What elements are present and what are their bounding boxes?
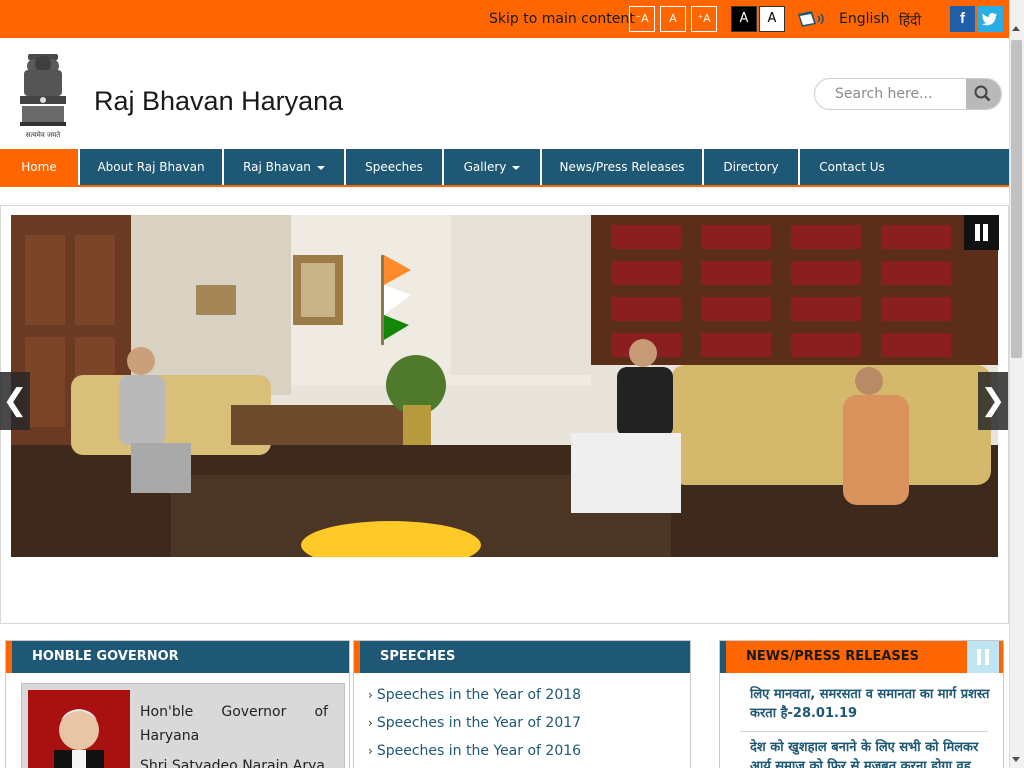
chevron-right-icon: ›: [368, 716, 373, 730]
search-icon: [974, 85, 991, 102]
nav-home-label: Home: [21, 160, 57, 174]
pause-icon: [975, 224, 980, 241]
slider-next-arrow[interactable]: ❯: [978, 372, 1008, 430]
dropdown-caret-icon: [512, 165, 521, 170]
nav-contact-label: Contact Us: [819, 160, 885, 174]
screen-reader-icon[interactable]: [796, 8, 828, 30]
slide-image: [11, 215, 998, 557]
main-navigation: Home About Raj Bhavan Raj Bhavan Speeche…: [0, 149, 1009, 187]
nav-contact-us[interactable]: Contact Us: [800, 149, 904, 185]
speech-link-2018[interactable]: › Speeches in the Year of 2018: [368, 687, 581, 703]
news-panel-heading: NEWS/PRESS RELEASES: [720, 641, 1003, 673]
nav-raj-bhavan-label: Raj Bhavan: [243, 160, 311, 174]
speech-link-label: Speeches in the Year of 2018: [376, 687, 582, 703]
news-item[interactable]: देश को खुशहाल बनाने के लिए सभी को मिलकर …: [750, 738, 990, 768]
slider-prev-arrow[interactable]: ❮: [0, 372, 30, 430]
font-increase-button[interactable]: ⁺A: [691, 6, 717, 32]
page: Skip to main content ⁻A A ⁺A A A English…: [0, 0, 1024, 768]
nav-gallery-label: Gallery: [463, 160, 507, 174]
top-utility-bar: Skip to main content ⁻A A ⁺A A A English…: [0, 0, 1009, 38]
site-title: Raj Bhavan Haryana: [94, 86, 344, 116]
speech-link-label: Speeches in the Year of 2017: [376, 715, 582, 731]
pause-icon: [977, 649, 981, 665]
skip-to-content-link[interactable]: Skip to main content: [489, 11, 635, 27]
scroll-down-arrow-icon[interactable]: [1012, 757, 1020, 762]
nav-directory[interactable]: Directory: [704, 149, 800, 185]
news-pause-button[interactable]: [967, 641, 999, 673]
governor-title: Hon'ble Governor of Haryana: [140, 704, 328, 744]
twitter-icon[interactable]: [978, 6, 1003, 32]
nav-gallery[interactable]: Gallery: [444, 149, 542, 185]
lang-hindi-link[interactable]: हिंदी: [899, 11, 921, 30]
nav-about-raj-bhavan[interactable]: About Raj Bhavan: [80, 149, 224, 185]
search-input[interactable]: [815, 79, 967, 109]
lang-english-link[interactable]: English: [839, 11, 890, 27]
governor-photo: [28, 690, 130, 768]
chevron-right-icon: ›: [368, 688, 373, 702]
chevron-right-icon: ›: [368, 744, 373, 758]
nav-raj-bhavan[interactable]: Raj Bhavan: [224, 149, 346, 185]
dropdown-caret-icon: [316, 165, 325, 170]
governor-name: Shri Satyadeo Narain Arya: [140, 758, 325, 768]
pause-icon-bar: [985, 649, 989, 665]
nav-about-label: About Raj Bhavan: [97, 160, 205, 174]
speech-link-2017[interactable]: › Speeches in the Year of 2017: [368, 715, 581, 731]
governor-card[interactable]: Hon'ble Governor of Haryana Shri Satyade…: [21, 683, 345, 768]
speeches-panel-heading: SPEECHES: [354, 641, 690, 673]
font-normal-button[interactable]: A: [660, 6, 686, 32]
governor-panel: HONBLE GOVERNOR Hon'ble Governor of Hary…: [5, 640, 350, 768]
search-box: [814, 78, 1002, 110]
nav-news-press-releases[interactable]: News/Press Releases: [542, 149, 704, 185]
emblem-motto: सत्यमेव जयते: [26, 130, 61, 139]
normal-contrast-button[interactable]: A: [759, 6, 785, 32]
speech-link-2016[interactable]: › Speeches in the Year of 2016: [368, 743, 581, 759]
speech-link-label: Speeches in the Year of 2016: [376, 743, 582, 759]
national-emblem-logo: सत्यमेव जयते: [20, 54, 66, 139]
high-contrast-button[interactable]: A: [731, 6, 757, 32]
scroll-up-arrow-icon[interactable]: [1012, 26, 1020, 31]
scrollbar-thumb[interactable]: [1011, 40, 1022, 358]
nav-home[interactable]: Home: [0, 149, 80, 185]
governor-panel-heading: HONBLE GOVERNOR: [6, 641, 349, 673]
font-decrease-button[interactable]: ⁻A: [629, 6, 655, 32]
news-panel: NEWS/PRESS RELEASES लिए मानवता, समरसता व…: [719, 640, 1004, 768]
nav-news-label: News/Press Releases: [559, 160, 685, 174]
news-divider: [740, 731, 988, 732]
nav-speeches-label: Speeches: [365, 160, 423, 174]
pause-icon-bar: [983, 224, 988, 241]
speeches-panel: SPEECHES › Speeches in the Year of 2018 ›…: [353, 640, 691, 768]
search-button[interactable]: [966, 79, 1001, 109]
nav-speeches[interactable]: Speeches: [346, 149, 444, 185]
facebook-icon[interactable]: f: [950, 6, 975, 32]
slider-pause-button[interactable]: [964, 215, 999, 250]
nav-directory-label: Directory: [723, 160, 779, 174]
news-item[interactable]: लिए मानवता, समरसता व समानता का मार्ग प्र…: [750, 685, 990, 723]
